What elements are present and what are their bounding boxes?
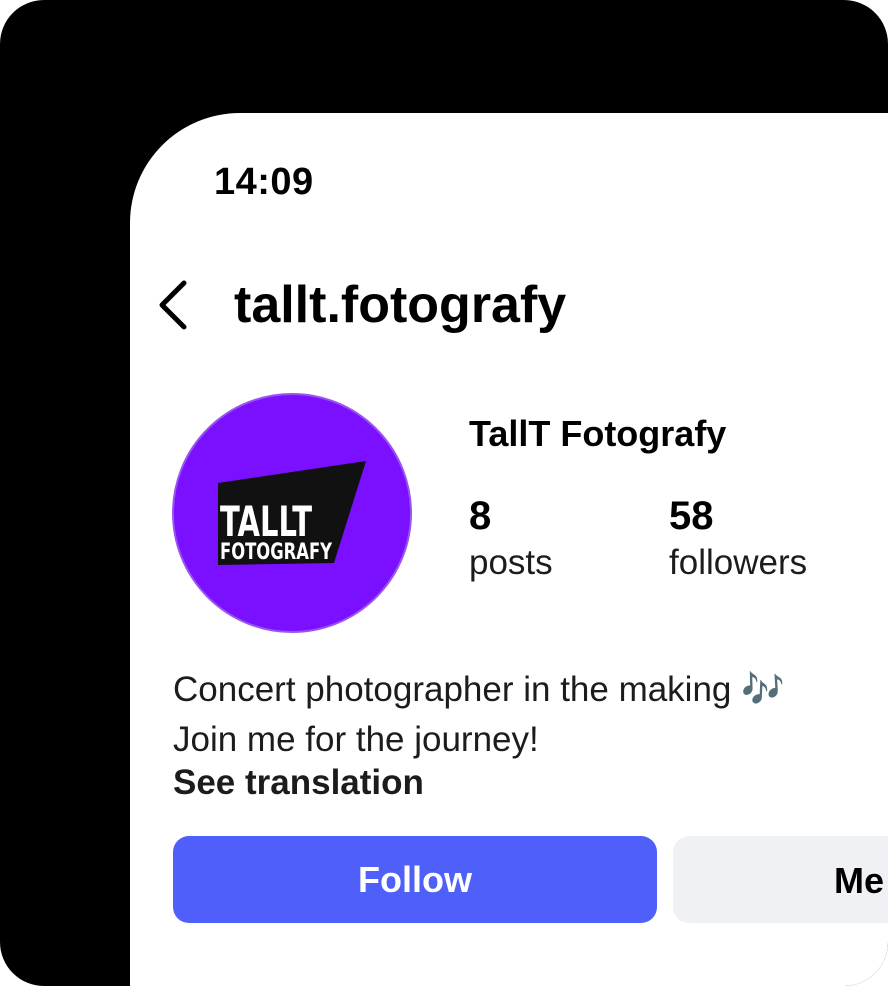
logo-line-2: FOTOGRAFY <box>220 540 333 565</box>
posts-count: 8 <box>469 494 492 538</box>
avatar[interactable]: TALLT FOTOGRAFY <box>172 393 412 633</box>
see-translation-link[interactable]: See translation <box>173 763 424 803</box>
phone-frame: 14:09 tallt.fotografy TALLT FOTOGRAFY Ta… <box>0 0 888 986</box>
display-name: TallT Fotografy <box>469 413 727 454</box>
bio: Concert photographer in the making 🎶 Joi… <box>173 665 785 765</box>
followers-stat[interactable]: 58 followers <box>669 493 807 587</box>
followers-count: 58 <box>669 494 714 538</box>
posts-stat[interactable]: 8 posts <box>469 493 553 587</box>
logo-line-1: TALLT <box>220 497 312 546</box>
chevron-left-icon <box>159 280 187 330</box>
back-button[interactable] <box>148 277 198 333</box>
message-button[interactable]: Me <box>673 836 888 923</box>
page-title: tallt.fotografy <box>234 276 567 334</box>
profile-logo: TALLT FOTOGRAFY <box>218 461 366 565</box>
status-time: 14:09 <box>214 161 314 203</box>
message-button-label: Me <box>834 860 885 901</box>
posts-label: posts <box>469 543 553 582</box>
followers-label: followers <box>669 543 808 582</box>
phone-screen: 14:09 tallt.fotografy TALLT FOTOGRAFY Ta… <box>130 113 888 986</box>
bio-line-1: Concert photographer in the making 🎶 <box>173 670 785 709</box>
follow-button[interactable]: Follow <box>173 836 657 923</box>
bio-line-2: Join me for the journey! <box>173 720 539 759</box>
